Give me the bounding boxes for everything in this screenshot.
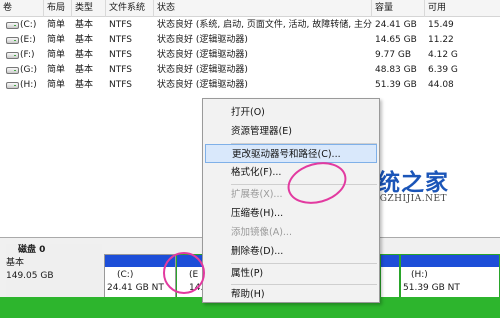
menu-item-change-drive-letter[interactable]: 更改驱动器号和路径(C)... (205, 144, 377, 163)
column-header-filesystem[interactable]: 文件系统 (106, 0, 154, 17)
volume-status: 状态良好 (逻辑驱动器) (157, 65, 248, 75)
volume-type: 基本 (75, 80, 94, 90)
volume-row[interactable]: (F:) 简单 基本 NTFS 状态良好 (逻辑驱动器) 9.77 GB 4.1… (0, 48, 500, 63)
drive-icon (6, 82, 19, 89)
volume-row[interactable]: (C:) 简单 基本 NTFS 状态良好 (系统, 启动, 页面文件, 活动, … (0, 18, 500, 33)
annotation-circle-partition (163, 252, 205, 294)
volume-capacity: 9.77 GB (375, 50, 412, 60)
volume-type: 基本 (75, 65, 94, 75)
volume-free: 6.39 G (428, 65, 458, 75)
volume-filesystem: NTFS (109, 65, 132, 75)
menu-item-delete-volume[interactable]: 删除卷(D)... (205, 242, 377, 261)
column-header-layout[interactable]: 布局 (44, 0, 72, 17)
volume-type: 基本 (75, 20, 94, 30)
volume-capacity: 51.39 GB (375, 80, 417, 90)
volume-name: (H:) (20, 80, 37, 90)
drive-icon (6, 22, 19, 29)
volume-row[interactable]: (E:) 简单 基本 NTFS 状态良好 (逻辑驱动器) 14.65 GB 11… (0, 33, 500, 48)
volume-filesystem: NTFS (109, 35, 132, 45)
disk-label: 磁盘 0 (18, 245, 46, 255)
volume-filesystem: NTFS (109, 80, 132, 90)
volume-name: (G:) (20, 65, 38, 75)
volume-free: 44.08 (428, 80, 454, 90)
menu-item-properties[interactable]: 属性(P) (205, 264, 377, 283)
column-header-type[interactable]: 类型 (72, 0, 106, 17)
partition-size: 24.41 GB NT (107, 283, 164, 293)
volume-type: 基本 (75, 35, 94, 45)
volume-type: 基本 (75, 50, 94, 60)
partition-letter: (H:) (411, 270, 428, 280)
volume-layout: 简单 (47, 65, 66, 75)
volume-name: (F:) (20, 50, 35, 60)
volume-free: 11.22 (428, 35, 454, 45)
volume-capacity: 24.41 GB (375, 20, 417, 30)
menu-item-shrink-volume[interactable]: 压缩卷(H)... (205, 204, 377, 223)
volume-capacity: 48.83 GB (375, 65, 417, 75)
volume-list-header: 卷 布局 类型 文件系统 状态 容量 可用 (0, 0, 500, 17)
menu-item-help[interactable]: 帮助(H) (205, 285, 377, 304)
volume-free: 15.49 (428, 20, 454, 30)
volume-free: 4.12 G (428, 50, 458, 60)
volume-status: 状态良好 (逻辑驱动器) (157, 35, 248, 45)
menu-item-explore[interactable]: 资源管理器(E) (205, 122, 377, 141)
volume-layout: 简单 (47, 80, 66, 90)
drive-icon (6, 67, 19, 74)
column-header-volume[interactable]: 卷 (0, 0, 44, 17)
disk-info-panel[interactable]: 磁盘 0 基本 149.05 GB (6, 244, 102, 298)
drive-icon (6, 37, 19, 44)
partition-size: 51.39 GB NT (403, 283, 460, 293)
volume-name: (E:) (20, 35, 36, 45)
volume-filesystem: NTFS (109, 20, 132, 30)
column-header-status[interactable]: 状态 (154, 0, 372, 17)
volume-row[interactable]: (H:) 简单 基本 NTFS 状态良好 (逻辑驱动器) 51.39 GB 44… (0, 78, 500, 93)
partition-h[interactable]: (H:) 51.39 GB NT (400, 254, 500, 298)
volume-status: 状态良好 (系统, 启动, 页面文件, 活动, 故障转储, 主分区) (157, 20, 372, 30)
menu-item-open[interactable]: 打开(O) (205, 103, 377, 122)
volume-status: 状态良好 (逻辑驱动器) (157, 80, 248, 90)
drive-icon (6, 52, 19, 59)
partition-g[interactable] (380, 254, 400, 298)
volume-layout: 简单 (47, 50, 66, 60)
partition-header-bar (401, 255, 499, 267)
partition-letter: (C:) (117, 270, 134, 280)
volume-filesystem: NTFS (109, 50, 132, 60)
disk-size: 149.05 GB (6, 271, 54, 281)
disk-type: 基本 (6, 258, 25, 268)
volume-layout: 简单 (47, 35, 66, 45)
disk-management-window: 卷 布局 类型 文件系统 状态 容量 可用 (C:) 简单 基本 NTFS 状态… (0, 0, 500, 318)
volume-row[interactable]: (G:) 简单 基本 NTFS 状态良好 (逻辑驱动器) 48.83 GB 6.… (0, 63, 500, 78)
column-header-capacity[interactable]: 容量 (372, 0, 425, 17)
volume-capacity: 14.65 GB (375, 35, 417, 45)
partition-header-bar (381, 255, 399, 267)
volume-name: (C:) (20, 20, 37, 30)
menu-item-add-mirror: 添加镜像(A)... (231, 227, 292, 238)
volume-layout: 简单 (47, 20, 66, 30)
column-header-free[interactable]: 可用 (425, 0, 500, 17)
context-menu: 打开(O) 资源管理器(E) 更改驱动器号和路径(C)... 格式化(F)...… (202, 98, 380, 303)
volume-status: 状态良好 (逻辑驱动器) (157, 50, 248, 60)
